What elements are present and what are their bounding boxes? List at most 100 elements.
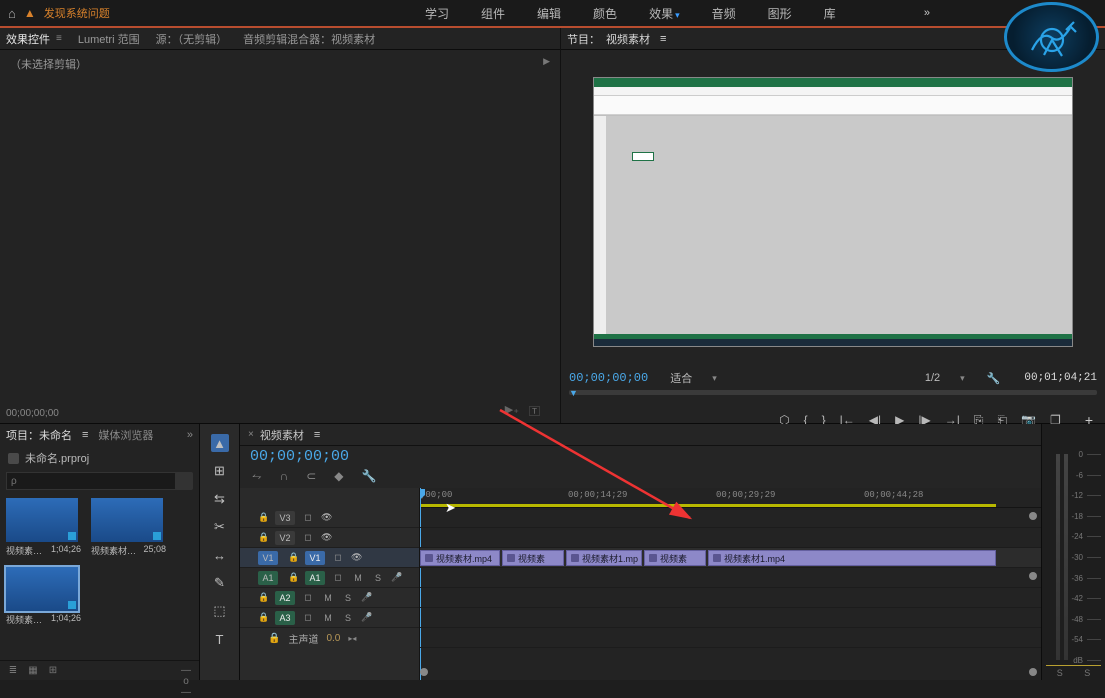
tab-audio[interactable]: 音频 — [712, 5, 736, 22]
sequence-tab[interactable]: 视频素材 — [260, 427, 304, 443]
audio-meters: 0-6-12-18-24-30-36-42-48-54dB SS — [1041, 424, 1105, 680]
source-panel: 效果控件 ≡ Lumetri 范围 源：（无剪辑） 音频剪辑混合器：视频素材 （… — [0, 28, 560, 423]
workspace-overflow[interactable]: » — [924, 7, 930, 19]
lane-a2[interactable] — [420, 588, 1041, 608]
hand-tool[interactable]: ⬚ — [211, 602, 229, 620]
panel-menu-icon[interactable]: ≡ — [56, 33, 62, 44]
work-area-bar[interactable] — [420, 504, 996, 507]
warning-icon[interactable]: ▲ — [24, 6, 36, 20]
track-header-v1[interactable]: V1🔒V1◻👁 — [240, 548, 419, 568]
tab-effects[interactable]: 效果▾ — [649, 5, 680, 22]
chevron-down-icon[interactable]: ▾ — [712, 373, 717, 384]
scroll-handle[interactable] — [1029, 668, 1037, 676]
freeform-view-icon[interactable]: ⊞ — [46, 665, 60, 677]
timeline-clip[interactable]: 视频素 — [644, 550, 706, 566]
ripple-edit-tool[interactable]: ⇆ — [211, 490, 229, 508]
track-header-v3[interactable]: 🔒V3◻👁 — [240, 508, 419, 528]
chevron-down-icon: ▾ — [675, 10, 680, 20]
tab-editing[interactable]: 编辑 — [537, 5, 561, 22]
project-search-input[interactable] — [6, 472, 185, 490]
lane-a1[interactable] — [420, 568, 1041, 588]
timeline-timecode[interactable]: 00;00;00;00 — [250, 448, 349, 465]
tab-media-browser[interactable]: 媒体浏览器 — [98, 427, 153, 443]
timeline-ruler[interactable]: ;00;00 00;00;14;29 00;00;29;29 00;00;44;… — [420, 488, 1041, 508]
track-select-tool[interactable]: ⊞ — [211, 462, 229, 480]
track-header-a1[interactable]: A1🔒A1◻MS🎤 — [240, 568, 419, 588]
panel-menu-icon[interactable]: ≡ — [82, 429, 88, 441]
caret-right-icon[interactable]: ▶ — [543, 56, 550, 72]
snap-icon[interactable]: ∩ — [280, 469, 289, 484]
timeline-clip[interactable]: 视频素 — [502, 550, 564, 566]
scroll-handle[interactable] — [420, 668, 428, 676]
timeline-clip[interactable]: 视频素材1.mp4 — [708, 550, 996, 566]
tool-palette: ▲ ⊞ ⇆ ✂ ↔ ✎ ⬚ T — [200, 424, 240, 680]
tab-source-none[interactable]: 源：（无剪辑） — [156, 31, 228, 47]
chevron-down-icon[interactable]: ▾ — [960, 373, 965, 384]
timeline-clip[interactable]: 视频素材.mp4 — [420, 550, 500, 566]
project-footer: ≣ ▦ ⊞ —o— — [0, 660, 199, 680]
settings-wrench-icon[interactable]: 🔧 — [987, 372, 1001, 385]
type-tool[interactable]: T — [211, 630, 229, 648]
insert-mode-icon[interactable]: ⥊ — [252, 469, 262, 484]
program-scrub-bar[interactable]: ▼ — [569, 390, 1097, 404]
lock-icon: 🔒 — [258, 512, 269, 523]
tabs-overflow[interactable]: » — [187, 429, 193, 441]
new-bin-button[interactable] — [175, 472, 193, 490]
mic-icon: 🎤 — [391, 572, 402, 583]
lane-a3[interactable] — [420, 608, 1041, 628]
project-bin-grid: 视频素…1;04;26 视频素材…25;08 视频素…1;04;26 — [0, 494, 199, 660]
panel-menu-icon[interactable]: ≡ — [660, 33, 666, 45]
playback-resolution[interactable]: 1/2 — [925, 372, 940, 384]
icon-view-icon[interactable]: ▦ — [26, 665, 40, 677]
tab-libraries[interactable]: 库 — [824, 5, 836, 22]
lane-v1[interactable]: 视频素材.mp4 视频素 视频素材1.mp 视频素 视频素材1.mp4 — [420, 548, 1041, 568]
track-header-v2[interactable]: 🔒V2◻👁 — [240, 528, 419, 548]
project-filename: 未命名.prproj — [25, 450, 89, 466]
bin-item[interactable]: 视频素…1;04;26 — [6, 567, 81, 626]
source-patch-a1: A1 — [258, 571, 278, 585]
lock-icon: 🔒 — [258, 612, 269, 623]
tab-color[interactable]: 颜色 — [593, 5, 617, 22]
tab-audio-clip-mixer[interactable]: 音频剪辑混合器：视频素材 — [243, 31, 375, 47]
program-timecode-current[interactable]: 00;00;00;00 — [569, 371, 648, 385]
project-file-icon — [8, 453, 19, 464]
eye-icon: 👁 — [321, 512, 332, 523]
tab-graphics[interactable]: 图形 — [768, 5, 792, 22]
track-header-a3[interactable]: 🔒A3◻MS🎤 — [240, 608, 419, 628]
program-monitor[interactable] — [561, 50, 1105, 367]
selection-tool[interactable]: ▲ — [211, 434, 229, 452]
timeline-panel: × 视频素材 ≡ 00;00;00;00 ⥊ ∩ ⊂ ◆ 🔧 🔒V3◻👁 🔒V2… — [240, 424, 1041, 680]
settings-wrench-icon[interactable]: 🔧 — [362, 469, 377, 484]
bin-item[interactable]: 视频素…1;04;26 — [6, 498, 81, 557]
playhead-icon[interactable]: ▼ — [569, 388, 578, 398]
lane-v3[interactable] — [420, 508, 1041, 528]
tab-learn[interactable]: 学习 — [425, 5, 449, 22]
tab-lumetri-scopes[interactable]: Lumetri 范围 — [78, 31, 140, 47]
razor-tool[interactable]: ✂ — [211, 518, 229, 536]
linked-selection-icon[interactable]: ⊂ — [306, 469, 316, 484]
tab-assembly[interactable]: 组件 — [481, 5, 505, 22]
panel-menu-icon[interactable]: ≡ — [314, 429, 320, 441]
tab-project[interactable]: 项目：未命名 — [6, 427, 72, 443]
bin-item[interactable]: 视频素材…25;08 — [91, 498, 166, 557]
export-frame-icon[interactable]: 🅃 — [529, 403, 540, 419]
close-sequence-icon[interactable]: × — [248, 429, 254, 440]
snapshot-icon[interactable]: ▶₊ — [505, 403, 519, 419]
track-header-a2[interactable]: 🔒A2◻MS🎤 — [240, 588, 419, 608]
lane-v2[interactable] — [420, 528, 1041, 548]
home-icon[interactable]: ⌂ — [8, 6, 16, 21]
lock-icon: 🔒 — [258, 532, 269, 543]
watermark-logo — [1004, 2, 1099, 72]
list-view-icon[interactable]: ≣ — [6, 665, 20, 677]
zoom-slider[interactable]: —o— — [179, 665, 193, 677]
timeline-track-area[interactable]: ;00;00 00;00;14;29 00;00;29;29 00;00;44;… — [420, 488, 1041, 680]
warning-text: 发现系统问题 — [44, 5, 110, 21]
tab-effect-controls[interactable]: 效果控件 — [6, 31, 50, 47]
pen-tool[interactable]: ✎ — [211, 574, 229, 592]
zoom-fit-label[interactable]: 适合 — [670, 370, 692, 386]
lane-master[interactable] — [420, 628, 1041, 648]
timeline-clip[interactable]: 视频素材1.mp — [566, 550, 642, 566]
slip-tool[interactable]: ↔ — [211, 546, 229, 564]
track-header-master[interactable]: 🔒主声道0.0▸◂ — [240, 628, 419, 648]
marker-icon[interactable]: ◆ — [334, 469, 343, 484]
